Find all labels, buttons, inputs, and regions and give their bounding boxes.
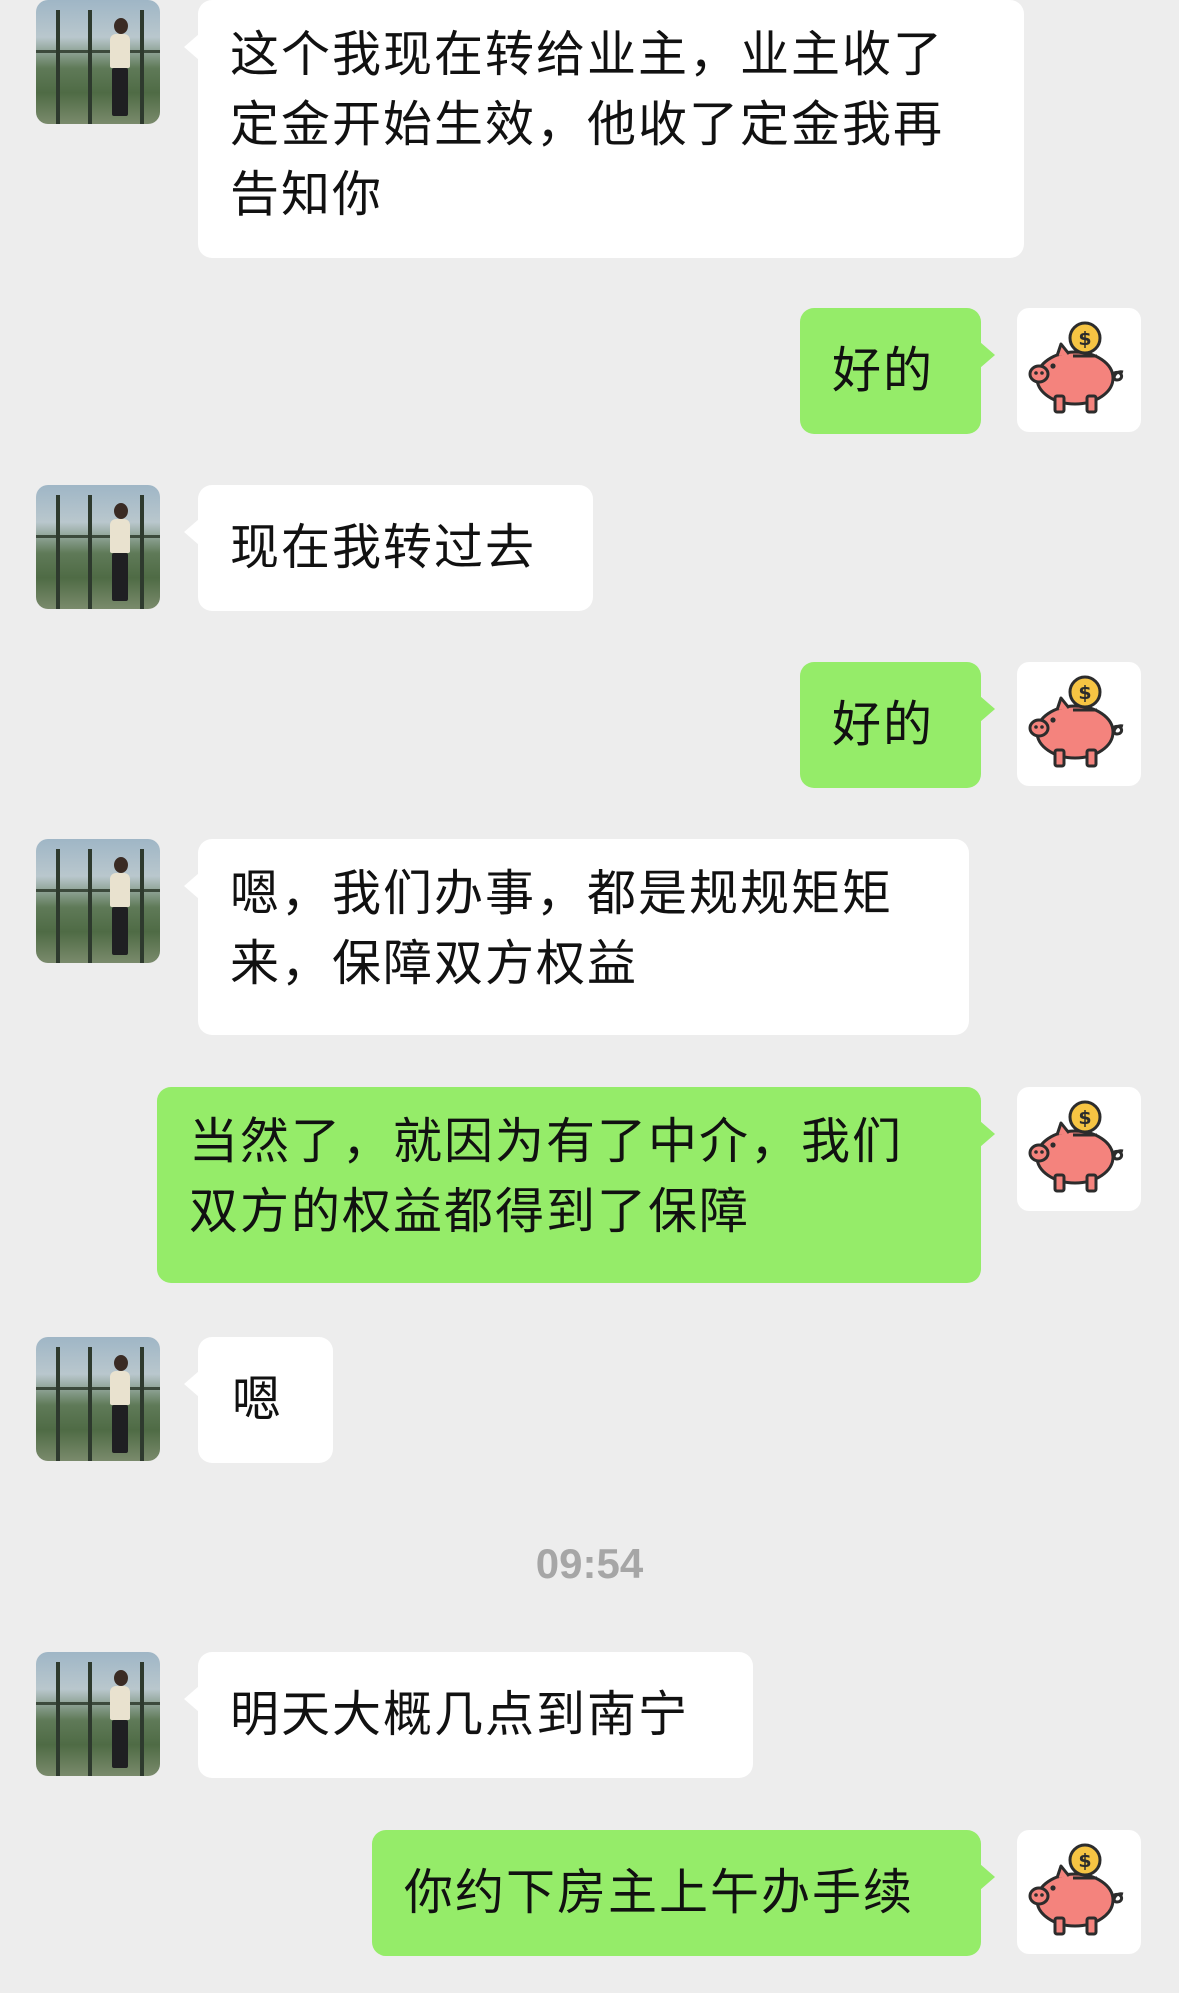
contact-avatar[interactable] [36,1652,160,1776]
message-bubble-outgoing[interactable]: 你约下房主上午办手续 [372,1830,995,1956]
chat-area: 这个我现在转给业主，业主收了定金开始生效，他收了定金我再告知你 好的 现在我转过… [0,0,1179,1993]
piggy-bank-icon [1017,662,1141,786]
message-bubble-outgoing[interactable]: 当然了，就因为有了中介，我们双方的权益都得到了保障 [157,1087,995,1283]
piggy-bank-icon [1017,308,1141,432]
my-avatar[interactable] [1017,1087,1141,1211]
message-text: 好的 [832,696,935,753]
contact-avatar[interactable] [36,0,160,124]
message-text: 这个我现在转给业主，业主收了定金开始生效，他收了定金我再告知你 [230,26,945,223]
contact-avatar[interactable] [36,485,160,609]
contact-photo [36,1652,160,1776]
message-bubble-outgoing[interactable]: 好的 [800,662,995,788]
my-avatar[interactable] [1017,308,1141,432]
my-avatar[interactable] [1017,1830,1141,1954]
contact-avatar[interactable] [36,839,160,963]
message-bubble-incoming[interactable]: 现在我转过去 [184,485,593,611]
message-text: 当然了，就因为有了中介，我们双方的权益都得到了保障 [189,1113,904,1240]
contact-photo [36,839,160,963]
message-bubble-incoming[interactable]: 明天大概几点到南宁 [184,1652,753,1778]
message-text: 明天大概几点到南宁 [230,1686,690,1743]
message-bubble-incoming[interactable]: 嗯 [184,1337,333,1463]
my-avatar[interactable] [1017,662,1141,786]
message-text: 你约下房主上午办手续 [404,1864,915,1921]
message-text: 嗯 [232,1371,284,1428]
message-bubble-incoming[interactable]: 嗯，我们办事，都是规规矩矩来，保障双方权益 [184,839,969,1035]
contact-photo [36,0,160,124]
contact-photo [36,485,160,609]
message-bubble-outgoing[interactable]: 好的 [800,308,995,434]
message-text: 嗯，我们办事，都是规规矩矩来，保障双方权益 [230,865,894,992]
piggy-bank-icon [1017,1830,1141,1954]
contact-avatar[interactable] [36,1337,160,1461]
message-bubble-incoming[interactable]: 这个我现在转给业主，业主收了定金开始生效，他收了定金我再告知你 [184,0,1024,258]
contact-photo [36,1337,160,1461]
message-text: 现在我转过去 [230,519,537,576]
timestamp: 09:54 [535,1540,644,1587]
piggy-bank-icon [1017,1087,1141,1211]
message-text: 好的 [832,342,935,399]
